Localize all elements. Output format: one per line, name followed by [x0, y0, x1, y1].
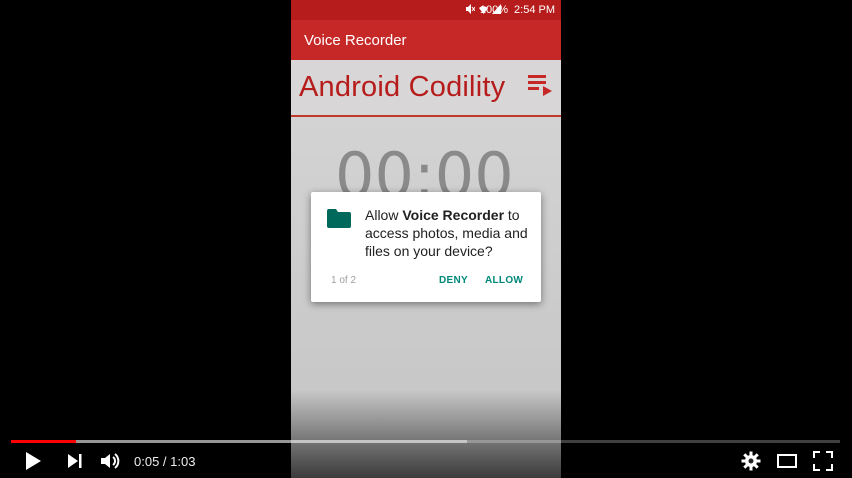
permission-dialog: Allow Voice Recorder to access photos, m…: [311, 192, 541, 302]
time-display: 0:05 / 1:03: [134, 454, 196, 469]
brand-text: Android Codility: [299, 71, 506, 103]
buffered-bar: [11, 440, 467, 443]
played-bar: [11, 440, 77, 443]
allow-button[interactable]: ALLOW: [485, 275, 523, 286]
folder-icon: [327, 209, 351, 228]
message-app-name: Voice Recorder: [402, 207, 505, 223]
status-time: 2:54 PM: [514, 4, 555, 16]
app-bar: Voice Recorder: [291, 20, 561, 60]
play-icon[interactable]: [24, 451, 42, 471]
brand-header: Android Codility: [291, 60, 561, 117]
permission-counter: 1 of 2: [331, 275, 357, 286]
status-bar: 100% 2:54 PM: [291, 0, 561, 20]
settings-icon[interactable]: [741, 451, 761, 471]
fullscreen-icon[interactable]: [813, 451, 833, 471]
player-controls-shade: [0, 390, 852, 478]
permission-message: Allow Voice Recorder to access photos, m…: [365, 206, 535, 260]
playlist-play-icon[interactable]: [528, 73, 554, 97]
app-title: Voice Recorder: [304, 32, 407, 49]
deny-button[interactable]: DENY: [439, 275, 468, 286]
progress-bar[interactable]: [11, 440, 840, 443]
theater-mode-icon[interactable]: [777, 451, 797, 471]
battery-percent: 100%: [479, 4, 508, 16]
volume-icon[interactable]: [100, 451, 122, 471]
message-prefix: Allow: [365, 207, 403, 223]
next-icon[interactable]: [66, 451, 84, 471]
mute-icon: [466, 4, 475, 14]
